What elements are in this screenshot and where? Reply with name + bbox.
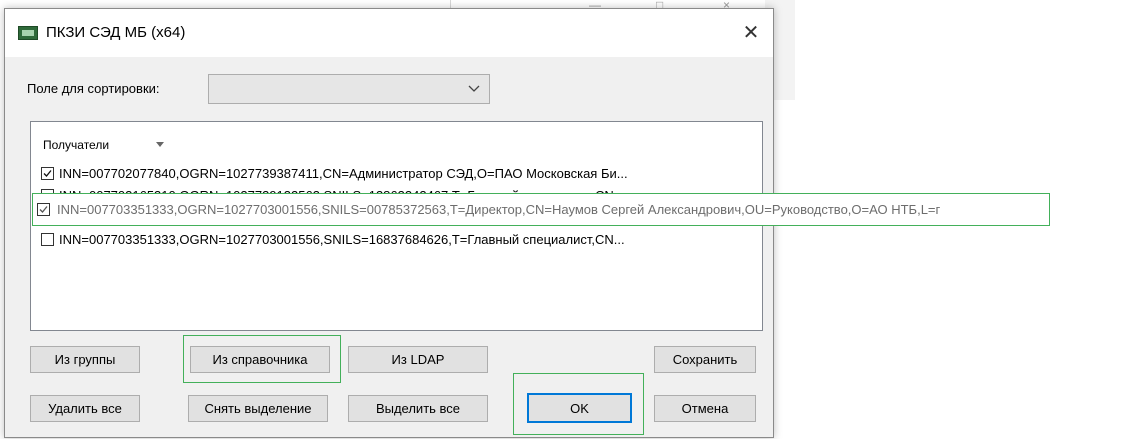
recipients-column-header[interactable]: Получатели (43, 138, 109, 152)
recipient-row-1[interactable]: INN=007702077840,OGRN=1027739387411,CN=А… (31, 164, 762, 184)
from-ldap-button[interactable]: Из LDAP (348, 346, 488, 373)
cancel-button[interactable]: Отмена (654, 395, 756, 422)
save-button[interactable]: Сохранить (654, 346, 756, 373)
sort-down-arrow-icon[interactable] (155, 142, 165, 148)
recipient-row-3-expanded[interactable]: INN=007703351333,OGRN=1027703001556,SNIL… (32, 193, 1050, 226)
dialog-title: ПКЗИ СЭД МБ (x64) (46, 24, 186, 41)
recipient-text-1: INN=007702077840,OGRN=1027739387411,CN=А… (59, 166, 628, 181)
recipients-list[interactable]: Получатели INN=007702077840,OGRN=1027739… (30, 121, 763, 331)
checkmark-icon (39, 206, 48, 213)
recipient-text-3: INN=007703351333,OGRN=1027703001556,SNIL… (57, 202, 941, 217)
recipient-row-4[interactable]: INN=007703351333,OGRN=1027703001556,SNIL… (31, 230, 762, 250)
close-button[interactable]: ✕ (735, 17, 767, 49)
from-directory-button[interactable]: Из справочника (190, 346, 330, 373)
sort-field-select[interactable] (208, 74, 490, 104)
delete-all-button[interactable]: Удалить все (30, 395, 140, 422)
deselect-button[interactable]: Снять выделение (188, 395, 328, 422)
recipient-checkbox-4[interactable] (41, 233, 54, 246)
checkmark-icon (43, 170, 52, 177)
recipient-text-4: INN=007703351333,OGRN=1027703001556,SNIL… (59, 232, 625, 247)
select-all-button[interactable]: Выделить все (348, 395, 488, 422)
recipient-checkbox-1[interactable] (41, 167, 54, 180)
chevron-down-icon (468, 85, 480, 92)
title-bar: ПКЗИ СЭД МБ (x64) ✕ (5, 9, 773, 57)
ok-button[interactable]: OK (527, 393, 632, 423)
recipient-checkbox-3[interactable] (37, 203, 50, 216)
sort-field-label: Поле для сортировки: (27, 81, 160, 96)
app-logo-icon (18, 26, 38, 40)
from-group-button[interactable]: Из группы (30, 346, 140, 373)
